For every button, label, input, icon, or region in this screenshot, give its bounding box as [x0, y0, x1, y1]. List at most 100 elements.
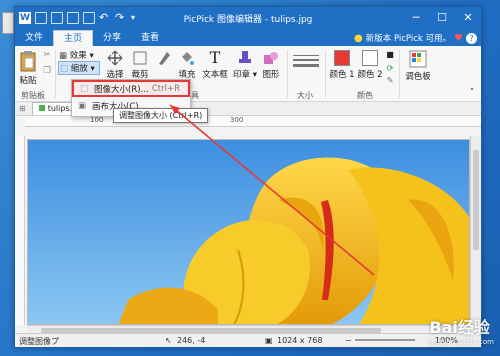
watermark-sub: jingyan.baidu.com — [429, 338, 494, 346]
line-width-2 — [293, 59, 319, 61]
maximize-button[interactable]: ☐ — [429, 7, 455, 29]
palette-button[interactable]: 调色板 — [403, 50, 433, 82]
window-controls: ─ ☐ ✕ — [403, 7, 481, 29]
ruler-mark: 300 — [230, 116, 244, 124]
new-file-icon[interactable] — [35, 12, 47, 24]
line-width-3 — [293, 64, 319, 67]
color1-button[interactable]: 颜色 1 — [329, 50, 355, 80]
palette-label: 调色板 — [405, 72, 431, 82]
tab-file[interactable]: 文件 — [15, 30, 53, 46]
redo-icon[interactable]: ↷ — [115, 12, 127, 24]
print-icon[interactable] — [83, 12, 95, 24]
shape-label: 图形 — [262, 70, 280, 80]
stamp-button[interactable]: 印章 ▾ — [233, 50, 257, 80]
cut-button[interactable]: ✂ — [42, 50, 52, 60]
group-size: 大小 — [297, 91, 313, 100]
image-size: 1024 x 768 — [277, 336, 323, 345]
quick-access-toolbar: W ↶ ↷ ▾ — [15, 12, 143, 24]
ribbon-collapse-icon[interactable]: ˄ — [467, 88, 477, 98]
vertical-scroll-thumb[interactable] — [473, 150, 479, 250]
close-button[interactable]: ✕ — [455, 7, 481, 29]
color2-button[interactable]: 颜色 2 — [357, 50, 383, 80]
pen-tool-button[interactable] — [155, 50, 173, 68]
save-icon[interactable] — [67, 12, 79, 24]
menu-item-label: 图像大小(R)... — [94, 84, 149, 95]
resize-label: 缩放 — [70, 64, 88, 74]
menu-item-image-size[interactable]: ⬚ 图像大小(R)... Ctrl+R — [72, 80, 190, 97]
paint-bucket-icon — [182, 52, 194, 65]
refresh-colors-icon[interactable]: ⟳ — [385, 64, 395, 74]
effects-label: 效果 — [69, 51, 87, 61]
line-width-1 — [293, 55, 319, 56]
lightbulb-icon: ● — [354, 32, 363, 44]
paste-button[interactable]: 粘贴 — [17, 50, 39, 86]
picpick-editor-window: W ↶ ↷ ▾ PicPick 图像编辑器 - tulips.jpg ─ ☐ ✕… — [14, 6, 482, 348]
desktop-file-icon[interactable] — [2, 12, 14, 34]
ribbon-tabs: 文件 主页 分享 查看 ● 新版本 PicPick 可用。 ♥ ? — [15, 29, 481, 46]
status-bar: 调整图像プ ↖ 246, -4 ▣ 1024 x 768 − 100% — [15, 333, 481, 347]
ribbon-separator — [55, 50, 56, 98]
cursor-icon: ↖ — [165, 336, 172, 345]
minimize-button[interactable]: ─ — [403, 7, 429, 29]
ribbon-separator — [399, 50, 400, 98]
tab-view[interactable]: 查看 — [131, 30, 169, 46]
swap-colors-icon[interactable]: ■ — [385, 50, 395, 59]
vertical-scrollbar[interactable] — [470, 136, 481, 325]
copy-button[interactable]: ❐ — [42, 66, 52, 76]
text-box-label: 文本框 — [202, 70, 228, 80]
group-clipboard: 剪贴板 — [21, 91, 45, 100]
shape-button[interactable]: 图形 — [259, 50, 283, 80]
zoom-slider[interactable] — [355, 339, 415, 341]
open-folder-icon[interactable] — [51, 12, 63, 24]
resize-button[interactable]: ⬚ 缩放 ▾ — [58, 61, 100, 75]
palette-icon — [409, 50, 427, 68]
fill-button[interactable]: 填充 — [175, 50, 199, 80]
undo-icon[interactable]: ↶ — [99, 12, 111, 24]
resize-icon: ⬚ — [60, 64, 69, 74]
title-bar: W ↶ ↷ ▾ PicPick 图像编辑器 - tulips.jpg ─ ☐ ✕ — [15, 7, 481, 29]
ribbon-separator — [325, 50, 326, 98]
zoom-out-button[interactable]: − — [345, 336, 352, 345]
watermark-main: Bai经验 — [429, 318, 490, 337]
eyedropper-icon[interactable]: ✎ — [385, 76, 395, 86]
effects-icon: ▦ — [59, 51, 68, 61]
update-notice[interactable]: ● 新版本 PicPick 可用。 ♥ ? — [354, 30, 481, 46]
ribbon-separator — [287, 50, 288, 98]
tab-share[interactable]: 分享 — [93, 30, 131, 46]
line-width-selector[interactable] — [293, 52, 319, 70]
tulip-photo — [28, 140, 469, 324]
color2-label: 颜色 2 — [357, 70, 383, 80]
grid-view-icon[interactable]: ⊞ — [19, 104, 26, 113]
help-icon[interactable]: ? — [466, 32, 477, 44]
customize-dropdown-icon[interactable]: ▾ — [131, 12, 143, 24]
menu-item-shortcut: Ctrl+R — [151, 83, 180, 94]
color1-label: 颜色 1 — [329, 70, 355, 80]
heart-icon[interactable]: ♥ — [454, 33, 463, 44]
vertical-ruler — [15, 136, 25, 325]
select-button[interactable]: 选择 — [103, 50, 127, 80]
color1-swatch — [334, 50, 350, 66]
app-logo: W — [19, 12, 31, 24]
update-notice-text[interactable]: 新版本 PicPick 可用。 — [366, 32, 451, 44]
status-text: 调整图像プ — [19, 337, 59, 346]
move-icon — [107, 50, 123, 66]
paste-label: 粘贴 — [19, 76, 37, 86]
text-box-button[interactable]: T 文本框 — [201, 50, 229, 81]
image-canvas[interactable] — [27, 139, 470, 325]
canvas-size-icon: ▣ — [78, 100, 87, 111]
crop-icon — [133, 51, 147, 65]
tab-home[interactable]: 主页 — [53, 30, 94, 46]
effects-button[interactable]: ▦ 效果 ▾ — [59, 49, 99, 61]
baidu-watermark: Bai经验 jingyan.baidu.com — [429, 314, 494, 346]
group-color: 颜色 — [357, 91, 373, 100]
stamp-label: 印章 — [233, 70, 251, 80]
crop-button[interactable]: 裁剪 — [129, 50, 151, 80]
image-size-icon: ▣ — [265, 336, 273, 345]
tooltip-resize-image: 调整图像大小 (Ctrl+R) — [113, 108, 209, 123]
ruler-mark: 100 — [90, 116, 104, 124]
clipboard-icon — [20, 51, 36, 72]
stamp-icon — [239, 51, 251, 63]
image-size-icon: ⬚ — [80, 83, 89, 94]
cursor-position: 246, -4 — [177, 336, 206, 345]
shape-icon — [264, 52, 278, 64]
